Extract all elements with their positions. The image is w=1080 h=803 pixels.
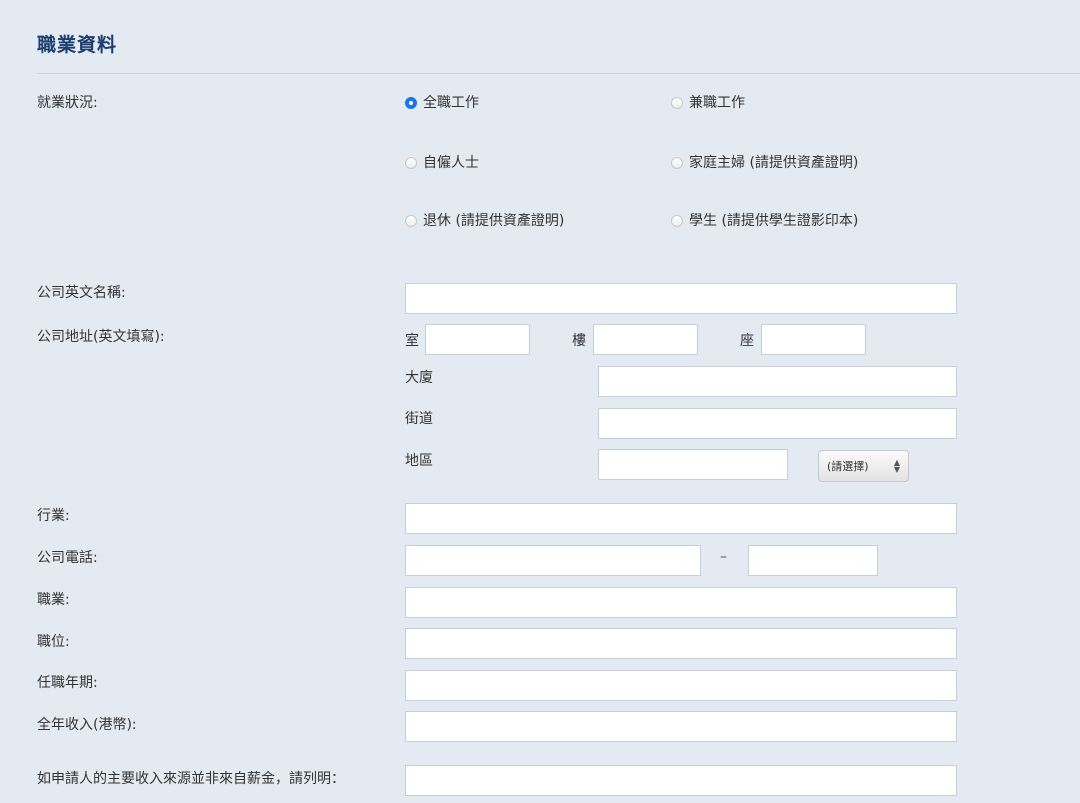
floor-input[interactable] xyxy=(593,324,698,355)
company-name-label: 公司英文名稱: xyxy=(37,285,126,301)
room-label: 室 xyxy=(405,333,419,349)
company-phone-input-2[interactable] xyxy=(748,545,878,576)
radio-full-time-label: 全職工作 xyxy=(423,95,479,111)
radio-full-time[interactable]: 全職工作 xyxy=(405,93,479,113)
district-input[interactable] xyxy=(598,449,788,480)
building-label: 大廈 xyxy=(405,370,433,386)
annual-income-label: 全年收入(港幣): xyxy=(37,717,137,733)
company-phone-label: 公司電話: xyxy=(37,550,98,566)
radio-self-employed-indicator[interactable] xyxy=(405,157,417,169)
room-input[interactable] xyxy=(425,324,530,355)
select-arrows-icon: ▲ ▼ xyxy=(893,458,900,474)
street-input[interactable] xyxy=(598,408,957,439)
other-income-input[interactable] xyxy=(405,765,957,796)
block-input[interactable] xyxy=(761,324,866,355)
radio-housewife[interactable]: 家庭主婦 (請提供資產證明) xyxy=(671,153,858,173)
radio-retired[interactable]: 退休 (請提供資產證明) xyxy=(405,211,564,231)
industry-input[interactable] xyxy=(405,503,957,534)
company-phone-input-1[interactable] xyxy=(405,545,701,576)
company-address-label: 公司地址(英文填寫): xyxy=(37,329,165,345)
occupation-input[interactable] xyxy=(405,587,957,618)
tenure-input[interactable] xyxy=(405,670,957,701)
section-title: 職業資料 xyxy=(37,34,118,56)
radio-retired-label: 退休 (請提供資產證明) xyxy=(423,213,565,229)
other-income-label: 如申請人的主要收入來源並非來自薪金，請列明： xyxy=(37,771,345,787)
position-label: 職位: xyxy=(37,634,70,650)
radio-full-time-indicator[interactable] xyxy=(405,97,417,109)
radio-housewife-label: 家庭主婦 (請提供資產證明) xyxy=(689,155,859,171)
radio-self-employed[interactable]: 自僱人士 xyxy=(405,153,479,173)
phone-separator: – xyxy=(720,549,727,565)
employment-status-label: 就業狀況: xyxy=(37,95,98,111)
radio-self-employed-label: 自僱人士 xyxy=(423,155,479,171)
radio-housewife-indicator[interactable] xyxy=(671,157,683,169)
occupation-label: 職業: xyxy=(37,592,70,608)
district-label: 地區 xyxy=(405,453,433,469)
street-label: 街道 xyxy=(405,411,433,427)
radio-part-time-indicator[interactable] xyxy=(671,97,683,109)
radio-retired-indicator[interactable] xyxy=(405,215,417,227)
radio-student-label: 學生 (請提供學生證影印本) xyxy=(689,213,859,229)
section-divider xyxy=(37,73,1080,74)
company-name-input[interactable] xyxy=(405,283,957,314)
tenure-label: 任職年期: xyxy=(37,675,98,691)
radio-student-indicator[interactable] xyxy=(671,215,683,227)
annual-income-input[interactable] xyxy=(405,711,957,742)
floor-label: 樓 xyxy=(572,333,586,349)
block-label: 座 xyxy=(740,333,754,349)
radio-student[interactable]: 學生 (請提供學生證影印本) xyxy=(671,211,858,231)
position-input[interactable] xyxy=(405,628,957,659)
region-select[interactable]: (請選擇) ▲ ▼ xyxy=(818,450,909,482)
radio-part-time[interactable]: 兼職工作 xyxy=(671,93,745,113)
radio-part-time-label: 兼職工作 xyxy=(689,95,745,111)
region-select-value: (請選擇) xyxy=(827,460,869,473)
building-input[interactable] xyxy=(598,366,957,397)
industry-label: 行業: xyxy=(37,508,70,524)
